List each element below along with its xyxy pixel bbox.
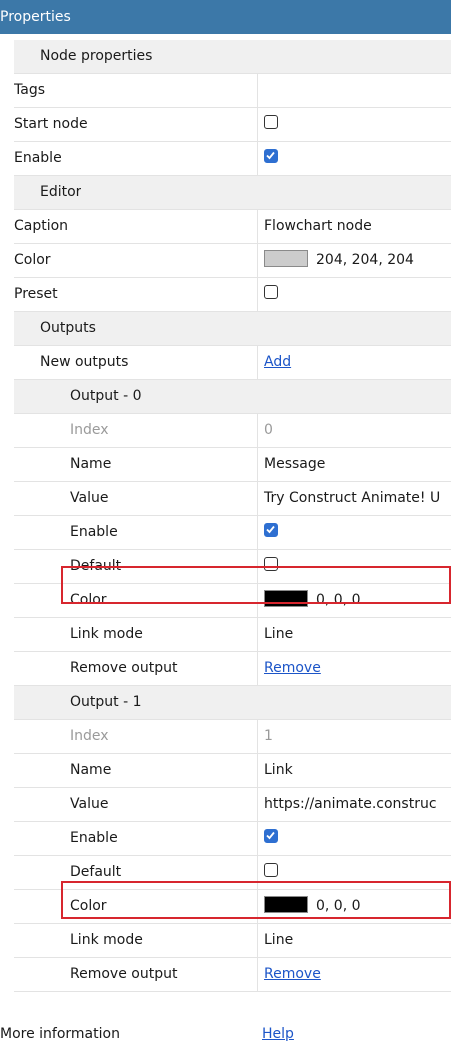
output-0-link-mode-row[interactable]: Link mode Line: [14, 618, 451, 652]
enable-checkbox[interactable]: [264, 523, 278, 537]
link-mode-value[interactable]: Line: [258, 924, 451, 957]
property-row-enable[interactable]: Enable: [14, 142, 451, 176]
property-label: Color: [14, 584, 258, 617]
property-label: Default: [14, 550, 258, 583]
output-1-value-row[interactable]: Value https://animate.construc: [14, 788, 451, 822]
index-value: 0: [264, 422, 273, 438]
enable-checkbox[interactable]: [264, 829, 278, 843]
default-checkbox[interactable]: [264, 557, 278, 571]
help-link[interactable]: Help: [262, 1026, 294, 1042]
color-swatch[interactable]: [264, 249, 308, 267]
property-label: Default: [14, 856, 258, 889]
property-label: Enable: [14, 516, 258, 549]
output-0-remove-row[interactable]: Remove output Remove: [14, 652, 451, 686]
category-label: Editor: [40, 184, 82, 200]
output-1-link-mode-row[interactable]: Link mode Line: [14, 924, 451, 958]
property-label: Index: [14, 720, 258, 753]
tags-value[interactable]: [258, 74, 451, 107]
property-grid: Node properties Tags Start node Enable E…: [14, 40, 451, 992]
output-1-enable-row[interactable]: Enable: [14, 822, 451, 856]
index-value: 1: [264, 728, 273, 744]
category-label: Node properties: [40, 48, 153, 64]
start-node-checkbox[interactable]: [264, 115, 278, 129]
properties-header: Properties: [0, 0, 451, 34]
output-1-name-row[interactable]: Name Link: [14, 754, 451, 788]
remove-output-link[interactable]: Remove: [264, 966, 321, 982]
property-label: Color: [14, 890, 258, 923]
color-value[interactable]: 0, 0, 0: [316, 898, 361, 914]
property-label: Link mode: [14, 924, 258, 957]
property-label: Value: [14, 788, 258, 821]
output-0-index-row: Index 0: [14, 414, 451, 448]
link-mode-value[interactable]: Line: [258, 618, 451, 651]
category-editor[interactable]: Editor: [14, 176, 451, 210]
output-1-remove-row[interactable]: Remove output Remove: [14, 958, 451, 992]
category-label: Outputs: [40, 320, 96, 336]
color-value[interactable]: 204, 204, 204: [316, 252, 414, 268]
property-label: Link mode: [14, 618, 258, 651]
preset-checkbox[interactable]: [264, 285, 278, 299]
property-row-start-node[interactable]: Start node: [14, 108, 451, 142]
property-row-color[interactable]: Color 204, 204, 204: [14, 244, 451, 278]
property-label: Preset: [14, 278, 258, 311]
output-1-header[interactable]: Output - 1: [14, 686, 451, 720]
output-0-color-row[interactable]: Color 0, 0, 0: [14, 584, 451, 618]
property-label: More information: [0, 1026, 120, 1042]
output-0-header[interactable]: Output - 0: [14, 380, 451, 414]
color-swatch[interactable]: [264, 895, 308, 913]
output-title: Output - 0: [70, 388, 142, 404]
output-1-index-row: Index 1: [14, 720, 451, 754]
property-row-caption[interactable]: Caption Flowchart node: [14, 210, 451, 244]
property-label: Tags: [14, 74, 258, 107]
output-0-enable-row[interactable]: Enable: [14, 516, 451, 550]
default-checkbox[interactable]: [264, 863, 278, 877]
property-label: Index: [14, 414, 258, 447]
property-row-more-information[interactable]: More information Help: [0, 1018, 451, 1051]
property-row-new-outputs[interactable]: New outputs Add: [14, 346, 451, 380]
value-value[interactable]: https://animate.construc: [258, 788, 451, 821]
property-label: New outputs: [14, 346, 258, 379]
output-0-value-row[interactable]: Value Try Construct Animate! U: [14, 482, 451, 516]
property-label: Value: [14, 482, 258, 515]
output-0-name-row[interactable]: Name Message: [14, 448, 451, 482]
add-output-link[interactable]: Add: [264, 354, 291, 370]
category-node-properties[interactable]: Node properties: [14, 40, 451, 74]
property-label: Start node: [14, 108, 258, 141]
enable-checkbox[interactable]: [264, 149, 278, 163]
property-label: Name: [14, 448, 258, 481]
property-label: Name: [14, 754, 258, 787]
color-value[interactable]: 0, 0, 0: [316, 592, 361, 608]
caption-value[interactable]: Flowchart node: [258, 210, 451, 243]
property-label: Remove output: [14, 958, 258, 991]
color-swatch[interactable]: [264, 589, 308, 607]
category-outputs[interactable]: Outputs: [14, 312, 451, 346]
property-row-tags[interactable]: Tags: [14, 74, 451, 108]
output-1-default-row[interactable]: Default: [14, 856, 451, 890]
property-label: Caption: [14, 210, 258, 243]
name-value[interactable]: Message: [258, 448, 451, 481]
output-0-default-row[interactable]: Default: [14, 550, 451, 584]
property-label: Remove output: [14, 652, 258, 685]
property-label: Enable: [14, 822, 258, 855]
name-value[interactable]: Link: [258, 754, 451, 787]
property-row-preset[interactable]: Preset: [14, 278, 451, 312]
value-value[interactable]: Try Construct Animate! U: [258, 482, 451, 515]
remove-output-link[interactable]: Remove: [264, 660, 321, 676]
property-label: Enable: [14, 142, 258, 175]
output-1-color-row[interactable]: Color 0, 0, 0: [14, 890, 451, 924]
output-title: Output - 1: [70, 694, 142, 710]
property-label: Color: [14, 244, 258, 277]
properties-title: Properties: [0, 9, 71, 25]
